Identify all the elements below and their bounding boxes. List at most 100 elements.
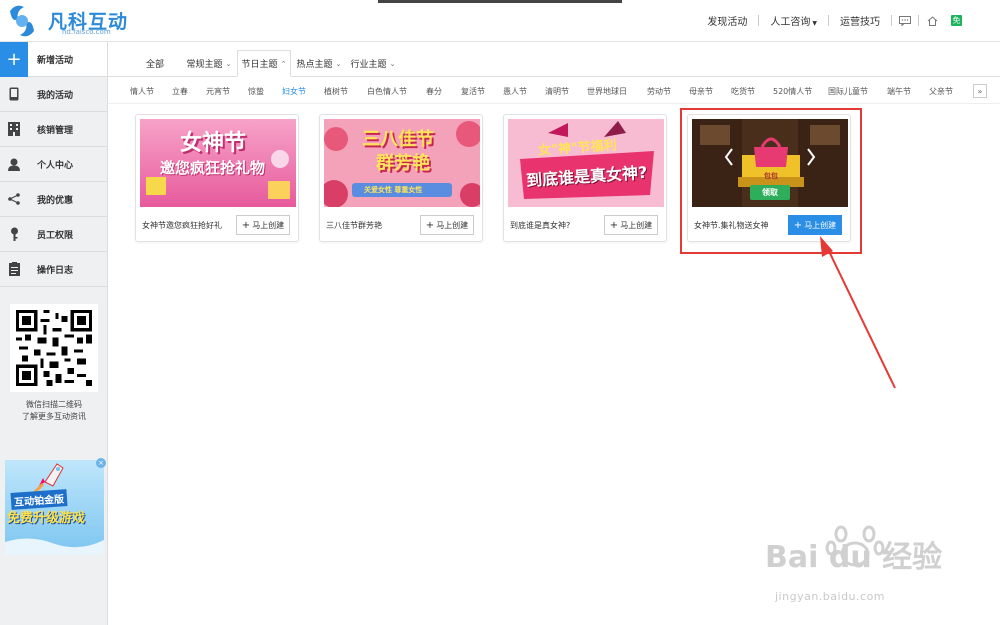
phone-icon: [0, 77, 28, 112]
sidebar-item-label: 操作日志: [37, 265, 74, 276]
festival-item[interactable]: 世界地球日: [587, 86, 627, 97]
chevron-down-icon: ⌄: [389, 59, 396, 68]
create-button[interactable]: + 马上创建: [236, 215, 290, 235]
template-card[interactable]: 女"神"节福利 到底谁是真女神? 到底谁是真女神? + 马上创建: [503, 114, 667, 242]
festival-item[interactable]: 520情人节: [773, 86, 812, 97]
card-image-title: 三八佳节: [362, 129, 434, 150]
close-icon[interactable]: ×: [96, 458, 106, 468]
card-title: 到底谁是真女神?: [510, 221, 571, 230]
tab-label: 节日主题: [241, 60, 278, 70]
chevron-down-icon: ⌄: [335, 59, 342, 68]
top-nav: 发现活动 人工咨询 ▼ 运营技巧 免: [696, 13, 962, 28]
festival-item[interactable]: 惊蛰: [248, 86, 264, 97]
qr-caption-line1: 微信扫描二维码: [26, 400, 82, 409]
home-icon[interactable]: [925, 15, 939, 27]
building-icon: [0, 112, 28, 147]
festival-item[interactable]: 端午节: [887, 86, 911, 97]
key-icon: [0, 217, 28, 252]
highlight-box: [680, 108, 862, 254]
clipboard-icon: [0, 252, 28, 287]
template-card[interactable]: 女神节 邀您疯狂抢礼物 女神节邀您疯狂抢好礼 + 马上创建: [135, 114, 299, 242]
tab-festival[interactable]: 节日主题 ⌃: [237, 50, 291, 77]
logo-subtitle: hd.faisco.com: [62, 28, 111, 36]
sidebar-item-discounts[interactable]: 我的优惠: [0, 182, 107, 217]
create-button[interactable]: + 马上创建: [604, 215, 658, 235]
message-icon[interactable]: [898, 15, 912, 27]
plus-icon: +: [0, 41, 28, 77]
wechat-qr-code: [10, 304, 98, 392]
festival-item[interactable]: 愚人节: [503, 86, 527, 97]
promo-banner[interactable]: × 互动铂金版 免费升级游戏: [5, 458, 106, 555]
festival-item[interactable]: 春分: [426, 86, 442, 97]
tab-industry[interactable]: 行业主题 ⌄: [348, 50, 398, 77]
card-title: 女神节邀您疯狂抢好礼: [142, 221, 222, 230]
create-button-label: 马上创建: [252, 220, 285, 230]
top-strip: [378, 0, 622, 3]
festival-item[interactable]: 父亲节: [929, 86, 953, 97]
plus-icon: +: [609, 219, 619, 231]
card-image-subtitle: 群芳艳: [376, 153, 430, 174]
sidebar-item-label: 核销管理: [37, 125, 74, 136]
create-button-label: 马上创建: [620, 220, 653, 230]
tab-regular[interactable]: 常规主题 ⌄: [184, 50, 234, 77]
festival-item[interactable]: 复活节: [461, 86, 485, 97]
nav-separator: [918, 15, 919, 26]
festival-filter-row: 情人节 立春 元宵节 惊蛰 妇女节 植树节 白色情人节 春分 复活节 愚人节 清…: [108, 78, 1000, 104]
sidebar-item-staff-permission[interactable]: 员工权限: [0, 217, 107, 252]
nav-discover[interactable]: 发现活动: [696, 13, 758, 28]
festival-item[interactable]: 植树节: [324, 86, 348, 97]
festival-item[interactable]: 吃货节: [731, 86, 755, 97]
tab-label: 常规主题: [186, 60, 223, 70]
sidebar: + 新增活动 我的活动 核销管理 个人中心 我的优惠 员工权限 操作日志 微信扫…: [0, 41, 108, 625]
plus-icon: +: [425, 219, 435, 231]
festival-item[interactable]: 母亲节: [689, 86, 713, 97]
festival-item[interactable]: 情人节: [130, 86, 154, 97]
nav-tips[interactable]: 运营技巧: [829, 13, 891, 28]
card-title: 三八佳节群芳艳: [326, 221, 382, 230]
tab-hot[interactable]: 热点主题 ⌄: [294, 50, 344, 77]
plus-icon: +: [241, 219, 251, 231]
free-badge[interactable]: 免: [951, 15, 962, 26]
qr-code-icon: [16, 310, 92, 386]
card-thumbnail[interactable]: 女神节 邀您疯狂抢礼物: [140, 119, 296, 207]
nav-consult[interactable]: 人工咨询 ▼: [759, 13, 828, 28]
tab-label: 行业主题: [350, 60, 387, 70]
tab-label: 全部: [145, 60, 164, 70]
festival-item-active[interactable]: 妇女节: [282, 86, 306, 97]
nav-separator: [891, 15, 892, 26]
card-image-subtitle: 邀您疯狂抢礼物: [160, 159, 266, 177]
sidebar-item-label: 个人中心: [37, 160, 74, 171]
festival-item[interactable]: 元宵节: [206, 86, 230, 97]
watermark-url: jingyan.baidu.com: [775, 590, 886, 603]
chevron-up-icon: ⌃: [280, 59, 287, 68]
festival-item[interactable]: 立春: [172, 86, 188, 97]
share-icon: [0, 182, 28, 217]
festival-item[interactable]: 白色情人节: [367, 86, 407, 97]
festival-item[interactable]: 国际儿童节: [828, 86, 868, 97]
sidebar-item-verification[interactable]: 核销管理: [0, 112, 107, 147]
expand-more-icon[interactable]: »: [973, 84, 987, 98]
create-button[interactable]: + 马上创建: [420, 215, 474, 235]
qr-caption: 微信扫描二维码 了解更多互动资讯: [0, 399, 108, 423]
card-image-title: 女神节: [180, 131, 247, 156]
sidebar-item-new-activity[interactable]: + 新增活动: [0, 41, 107, 77]
watermark-title: Bai du 经验: [765, 540, 943, 575]
caret-down-icon: ▼: [812, 20, 817, 27]
sidebar-item-my-activity[interactable]: 我的活动: [0, 77, 107, 112]
template-card[interactable]: 三八佳节 群芳艳 关爱女性 尊重女性 三八佳节群芳艳 + 马上创建: [319, 114, 483, 242]
qr-caption-line2: 了解更多互动资讯: [22, 412, 86, 421]
tab-all[interactable]: 全部: [138, 50, 172, 77]
baidu-watermark: Bai du 经验 jingyan.baidu.com: [757, 520, 957, 610]
card-thumbnail[interactable]: 女"神"节福利 到底谁是真女神?: [508, 119, 664, 207]
sidebar-item-operation-log[interactable]: 操作日志: [0, 252, 107, 287]
logo[interactable]: 凡科互动 hd.faisco.com: [4, 3, 144, 39]
card-image-tagline: 关爱女性 尊重女性: [364, 186, 423, 194]
festival-item[interactable]: 清明节: [545, 86, 569, 97]
user-icon: [0, 147, 28, 182]
sidebar-item-label: 员工权限: [37, 230, 74, 241]
festival-item[interactable]: 劳动节: [647, 86, 671, 97]
sidebar-item-profile[interactable]: 个人中心: [0, 147, 107, 182]
promo-main-text: 免费升级游戏: [7, 511, 86, 526]
card-thumbnail[interactable]: 三八佳节 群芳艳 关爱女性 尊重女性: [324, 119, 480, 207]
sidebar-item-label: 我的优惠: [37, 195, 74, 206]
